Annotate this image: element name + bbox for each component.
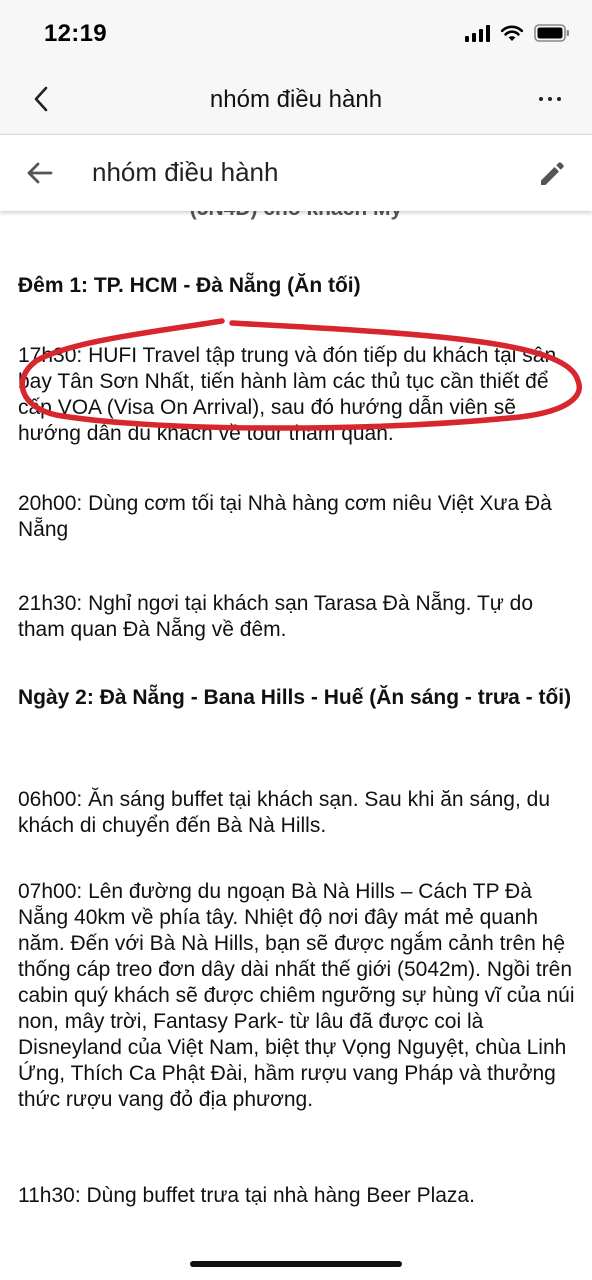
section-heading-day-2: Ngày 2: Đà Nẵng - Bana Hills - Huế (Ăn s… [18, 686, 572, 709]
status-time: 12:19 [44, 20, 107, 47]
status-icons [465, 24, 570, 42]
cut-off-heading: (5N4D) cho khách Mỹ [0, 211, 592, 221]
top-navigation-bar: nhóm điều hành [0, 64, 592, 135]
document-title: nhóm điều hành [92, 157, 279, 187]
more-horizontal-icon [539, 97, 543, 101]
status-bar: 12:19 [0, 0, 592, 64]
itinerary-paragraph: 11h30: Dùng buffet trưa tại nhà hàng Bee… [18, 1184, 475, 1207]
wifi-icon [500, 24, 524, 42]
pencil-icon [541, 162, 564, 185]
itinerary-paragraph: 07h00: Lên đường du ngoạn Bà Nà Hills – … [18, 880, 575, 1111]
itinerary-paragraph: 21h30: Nghỉ ngơi tại khách sạn Tarasa Đà… [18, 592, 534, 641]
cellular-signal-icon [465, 24, 490, 42]
document-header: nhóm điều hành [0, 135, 592, 211]
battery-icon [534, 24, 570, 42]
home-indicator-area [0, 1233, 592, 1280]
edit-button[interactable] [536, 157, 568, 189]
itinerary-paragraph: 06h00: Ăn sáng buffet tại khách sạn. Sau… [18, 788, 551, 837]
arrow-left-icon [27, 162, 53, 184]
document-body: (5N4D) cho khách Mỹ Đêm 1: TP. HCM - Đà … [0, 211, 592, 1233]
doc-back-button[interactable] [22, 157, 58, 189]
itinerary-paragraph: 17h30: HUFI Travel tập trung và đón tiếp… [18, 344, 557, 445]
screen: 12:19 nhóm điều hành nhóm điều hành Đêm … [0, 0, 592, 1280]
itinerary-paragraph: 20h00: Dùng cơm tối tại Nhà hàng cơm niê… [18, 492, 552, 541]
more-options-button[interactable] [530, 82, 570, 116]
home-indicator[interactable] [190, 1261, 402, 1267]
nav-title: nhóm điều hành [209, 86, 383, 113]
section-heading-night-1: Đêm 1: TP. HCM - Đà Nẵng (Ăn tối) [18, 274, 361, 297]
